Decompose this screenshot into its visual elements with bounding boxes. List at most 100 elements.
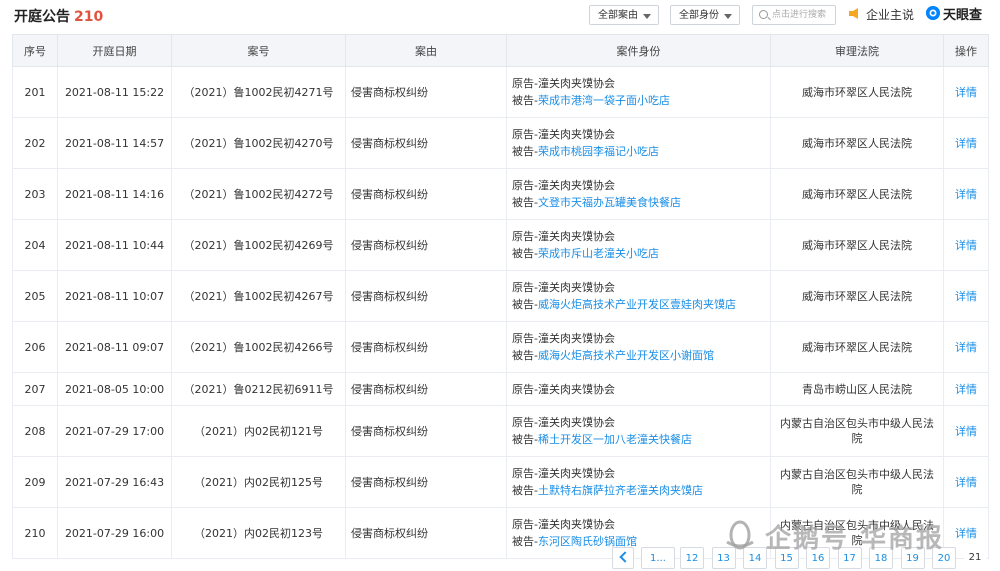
cell-role: 原告-潼关肉夹馍协会 被告-文登市天福办瓦罐美食快餐店: [506, 168, 771, 220]
chevron-down-icon: [724, 14, 732, 19]
cell-role: 原告-潼关肉夹馍协会被告-威海火炬高技术产业开发区壹娃肉夹馍店: [506, 270, 771, 322]
defendant-line: 被告-土默特右旗萨拉齐老潼关肉夹馍店: [512, 482, 769, 499]
cell-case-no: （2021）鲁1002民初4270号: [171, 117, 346, 169]
column-header-date: 开庭日期: [57, 34, 172, 67]
plaintiff-text: 原告-潼关肉夹馍协会: [512, 230, 615, 243]
enterprise-link[interactable]: 企业主说: [866, 6, 914, 23]
defendant-link[interactable]: 文登市天福办瓦罐美食快餐店: [538, 196, 681, 209]
cell-role: 原告-潼关肉夹馍协会 被告-稀土开发区一加八老潼关快餐店: [506, 405, 771, 457]
cell-cause: 侵害商标权纠纷: [345, 219, 507, 271]
cause-filter-dropdown[interactable]: 全部案由: [589, 5, 659, 25]
defendant-prefix: 被告-: [512, 247, 538, 260]
column-header-index: 序号: [12, 34, 58, 67]
defendant-prefix: 被告-: [512, 196, 538, 209]
cell-court: 威海市环翠区人民法院: [770, 117, 944, 169]
cell-court: 威海市环翠区人民法院: [770, 321, 944, 373]
cell-index: 207: [12, 372, 58, 406]
cell-index: 204: [12, 219, 58, 271]
cell-cause: 侵害商标权纠纷: [345, 66, 507, 118]
cell-court: 内蒙古自治区包头市中级人民法院: [770, 456, 944, 508]
detail-link[interactable]: 详情: [955, 383, 977, 396]
cause-filter-label: 全部案由: [598, 10, 638, 21]
defendant-prefix: 被告-: [512, 433, 538, 446]
cell-role: 原告-潼关肉夹馍协会 被告-荣成市桃园李福记小吃店: [506, 117, 771, 169]
cell-role: 原告-潼关肉夹馍协会 被告-荣成市斥山老潼关小吃店: [506, 219, 771, 271]
penguin-logo-icon: [726, 520, 754, 550]
defendant-line: 被告-荣成市港湾一袋子面小吃店: [512, 92, 769, 109]
detail-link[interactable]: 详情: [955, 425, 977, 438]
plaintiff-text: 原告-潼关肉夹馍协会: [512, 467, 615, 480]
prev-page-button[interactable]: [612, 547, 634, 569]
cell-date: 2021-07-29 17:00: [57, 405, 172, 457]
page-first-button[interactable]: 1...: [641, 547, 675, 569]
table-row: 202 2021-08-11 14:57 （2021）鲁1002民初4270号 侵害商…: [12, 117, 989, 169]
defendant-link[interactable]: 荣成市港湾一袋子面小吃店: [538, 94, 670, 107]
table-row: 208 2021-07-29 17:00 （2021）内02民初121号 侵害商标权纠…: [12, 405, 989, 457]
column-header-role: 案件身份: [506, 34, 771, 67]
cell-case-no: （2021）鲁1002民初4272号: [171, 168, 346, 220]
defendant-link[interactable]: 荣成市斥山老潼关小吃店: [538, 247, 659, 260]
role-filter-dropdown[interactable]: 全部身份: [670, 5, 740, 25]
plaintiff-text: 原告-潼关肉夹馍协会: [512, 179, 615, 192]
cell-date: 2021-08-11 14:16: [57, 168, 172, 220]
cell-index: 205: [12, 270, 58, 322]
defendant-link[interactable]: 荣成市桃园李福记小吃店: [538, 145, 659, 158]
cell-index: 206: [12, 321, 58, 373]
brand-name: 天眼查: [943, 8, 983, 23]
cell-date: 2021-08-05 10:00: [57, 372, 172, 406]
detail-link[interactable]: 详情: [955, 137, 977, 150]
table-header-row: 序号 开庭日期 案号 案由 案件身份 审理法院 操作: [12, 34, 989, 67]
cell-court: 威海市环翠区人民法院: [770, 219, 944, 271]
cell-role: 原告-潼关肉夹馍协会被告-土默特右旗萨拉齐老潼关肉夹馍店: [506, 456, 771, 508]
cell-court: 威海市环翠区人民法院: [770, 168, 944, 220]
defendant-line: 被告-文登市天福办瓦罐美食快餐店: [512, 194, 769, 211]
search-input[interactable]: 点击进行搜索: [752, 5, 836, 25]
column-header-case-no: 案号: [171, 34, 346, 67]
plaintiff-text: 原告-潼关肉夹馍协会: [512, 77, 615, 90]
defendant-line: 被告-荣成市斥山老潼关小吃店: [512, 245, 769, 262]
search-icon: [759, 10, 768, 19]
cell-action: 详情: [943, 405, 989, 457]
plaintiff-text: 原告-潼关肉夹馍协会: [512, 281, 615, 294]
cell-action: 详情: [943, 66, 989, 118]
detail-link[interactable]: 详情: [955, 476, 977, 489]
table-row: 201 2021-08-11 15:22 （2021）鲁1002民初4271号 侵害商…: [12, 66, 989, 118]
cell-index: 208: [12, 405, 58, 457]
defendant-line: 被告-稀土开发区一加八老潼关快餐店: [512, 431, 769, 448]
defendant-line: 被告-威海火炬高技术产业开发区壹娃肉夹馍店: [512, 296, 769, 313]
search-placeholder: 点击进行搜索: [772, 10, 827, 20]
cell-case-no: （2021）鲁0212民初6911号: [171, 372, 346, 406]
cell-action: 详情: [943, 270, 989, 322]
watermark: 企鹅号 华商报: [723, 516, 983, 556]
cell-date: 2021-07-29 16:43: [57, 456, 172, 508]
hearing-notice-table: 序号 开庭日期 案号 案由 案件身份 审理法院 操作 201 2021-08-11…: [12, 34, 989, 559]
defendant-line: 被告-荣成市桃园李福记小吃店: [512, 143, 769, 160]
page-header: 开庭公告 210 全部案由 全部身份 点击进行搜索 企业主说 天眼查: [0, 0, 1000, 32]
defendant-link[interactable]: 土默特右旗萨拉齐老潼关肉夹馍店: [538, 484, 703, 497]
table-row: 204 2021-08-11 10:44 （2021）鲁1002民初4269号 侵害商…: [12, 219, 989, 271]
cell-action: 详情: [943, 168, 989, 220]
page-title: 开庭公告 210: [14, 6, 103, 26]
cell-index: 210: [12, 507, 58, 559]
table-row: 209 2021-07-29 16:43 （2021）内02民初125号 侵害商标权纠…: [12, 456, 989, 508]
detail-link[interactable]: 详情: [955, 188, 977, 201]
detail-link[interactable]: 详情: [955, 86, 977, 99]
cell-index: 201: [12, 66, 58, 118]
watermark-text: 企鹅号 华商报: [765, 524, 945, 554]
defendant-link[interactable]: 威海火炬高技术产业开发区小谢面馆: [538, 349, 714, 362]
cell-index: 202: [12, 117, 58, 169]
megaphone-icon: [849, 8, 858, 19]
cell-date: 2021-08-11 15:22: [57, 66, 172, 118]
detail-link[interactable]: 详情: [955, 290, 977, 303]
cell-cause: 侵害商标权纠纷: [345, 507, 507, 559]
page-button[interactable]: 12: [680, 547, 704, 569]
defendant-link[interactable]: 威海火炬高技术产业开发区壹娃肉夹馍店: [538, 298, 736, 311]
title-text: 开庭公告: [14, 9, 70, 25]
cell-court: 青岛市崂山区人民法院: [770, 372, 944, 406]
detail-link[interactable]: 详情: [955, 341, 977, 354]
cell-cause: 侵害商标权纠纷: [345, 270, 507, 322]
cell-cause: 侵害商标权纠纷: [345, 321, 507, 373]
cell-case-no: （2021）鲁1002民初4266号: [171, 321, 346, 373]
defendant-link[interactable]: 稀土开发区一加八老潼关快餐店: [538, 433, 692, 446]
detail-link[interactable]: 详情: [955, 239, 977, 252]
